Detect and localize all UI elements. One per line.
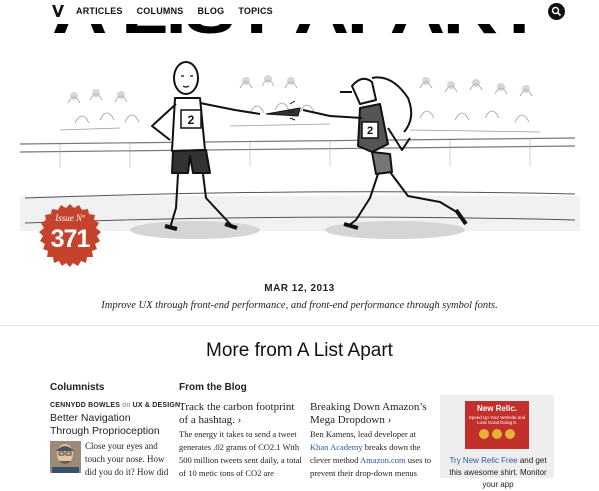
columnist-excerpt: Close your eyes and touch your nose. How… <box>85 441 169 477</box>
byline-on: on <box>122 402 131 409</box>
nav-blog[interactable]: BLOG <box>198 6 225 16</box>
ad-logo: New Relic. <box>476 404 517 413</box>
blog-post-1-excerpt: The energy it takes to send a tweet gene… <box>179 429 302 478</box>
ad-subline: Speed Up Your Website and Look Good Doin… <box>468 415 526 425</box>
nav-topics[interactable]: TOPICS <box>238 6 273 16</box>
issue-date: MAR 12, 2013 <box>264 283 335 294</box>
ad-badges-icon <box>479 429 515 439</box>
ad-link[interactable]: Try New Relic Free <box>449 456 517 465</box>
more-heading: More from A List Apart <box>206 340 393 361</box>
search-icon <box>551 6 562 17</box>
search-button[interactable] <box>548 3 565 20</box>
chevron-right-icon: › <box>237 414 242 426</box>
columnist-article-title[interactable]: Better Navigation Through Proprioception <box>50 412 170 438</box>
blog-post-2-title[interactable]: Breaking Down Amazon’s Mega Dropdown › <box>310 401 430 427</box>
amazon-link[interactable]: Amazon.com <box>360 455 406 465</box>
chevron-right-icon: › <box>387 414 392 426</box>
runner-bib-number: 2 <box>188 113 195 127</box>
nav-columns[interactable]: COLUMNS <box>137 6 184 16</box>
author-avatar <box>50 441 81 473</box>
issue-tagline[interactable]: Improve UX through front-end performance… <box>0 300 599 311</box>
sponsor-ad[interactable]: New Relic. Speed Up Your Website and Loo… <box>440 395 554 489</box>
issue-badge[interactable]: Issue Nº 371 <box>38 203 102 267</box>
ad-banner-image[interactable]: New Relic. Speed Up Your Website and Loo… <box>465 401 529 449</box>
issue-number: 371 <box>50 225 91 253</box>
excerpt-start: Ben Kamens, lead developer at <box>310 429 416 439</box>
columnist-byline: CENNYDD BOWLES on UX & DESIGN <box>50 402 180 409</box>
blog-heading[interactable]: From the Blog <box>179 382 247 393</box>
khan-academy-link[interactable]: Khan Academy <box>310 442 363 452</box>
ala-logo-icon[interactable] <box>50 3 66 19</box>
nav-articles[interactable]: ARTICLES <box>76 6 123 16</box>
blog-post-2-excerpt: Ben Kamens, lead developer at Khan Acade… <box>310 428 434 480</box>
issue-label: Issue Nº <box>55 213 85 223</box>
robot-bib-number: 2 <box>367 125 373 137</box>
top-navigation-bar: ARTICLES COLUMNS BLOG TOPICS <box>0 0 599 24</box>
ad-copy: Try New Relic Free and get this awesome … <box>448 455 548 491</box>
blog-post-1-title[interactable]: Track the carbon footprint of a hashtag.… <box>179 401 299 427</box>
columnist-topic[interactable]: UX & DESIGN <box>133 402 181 409</box>
columnist-author[interactable]: CENNYDD BOWLES <box>50 402 120 409</box>
main-nav: ARTICLES COLUMNS BLOG TOPICS <box>76 6 273 16</box>
columnists-heading[interactable]: Columnists <box>50 382 104 393</box>
blog-post-2-title-text: Breaking Down Amazon’s Mega Dropdown <box>310 401 427 426</box>
section-divider <box>0 325 599 326</box>
